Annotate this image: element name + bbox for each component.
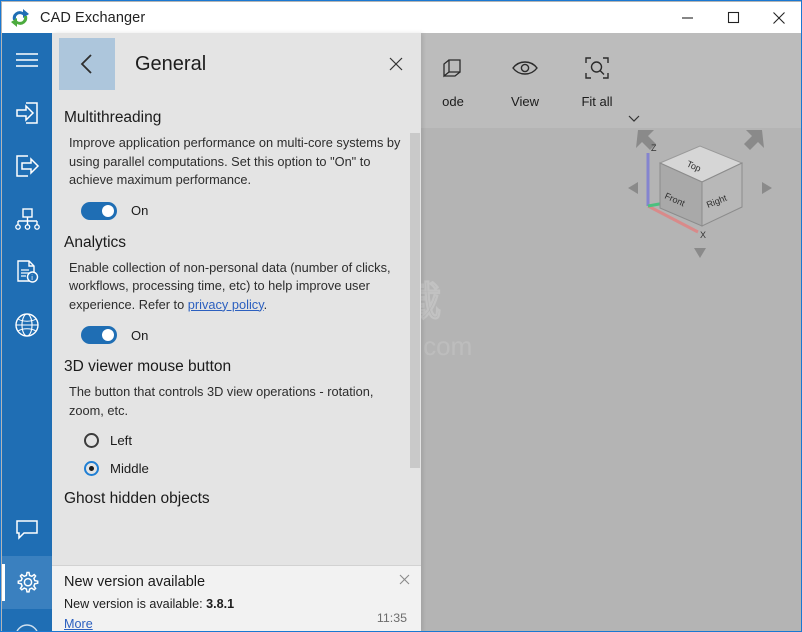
- panel-close-button[interactable]: [383, 51, 409, 77]
- notification-more-link[interactable]: More: [64, 617, 93, 631]
- section-multithreading: Multithreading Improve application perfo…: [52, 109, 421, 220]
- settings-list: Multithreading Improve application perfo…: [52, 95, 421, 565]
- analytics-toggle-label: On: [131, 327, 149, 343]
- info-circle-icon: i: [16, 623, 38, 632]
- section-ghost-hidden-objects: Ghost hidden objects: [52, 490, 421, 508]
- window-title: CAD Exchanger: [40, 9, 146, 26]
- section-description: Enable collection of non-personal data (…: [69, 259, 401, 315]
- minimize-button[interactable]: [664, 2, 710, 33]
- privacy-policy-link[interactable]: privacy policy: [188, 297, 264, 312]
- notification-toast: New version available New version is ava…: [52, 565, 421, 631]
- toolbar-view-label: View: [511, 94, 539, 109]
- axis-label-x: X: [700, 230, 706, 240]
- shading-mode-icon: [443, 59, 461, 78]
- section-description: Improve application performance on multi…: [69, 135, 401, 187]
- application-window: CAD Exchanger Z X Top Front Right ode Vi…: [0, 0, 802, 632]
- notification-close-button[interactable]: [397, 572, 411, 586]
- title-bar: CAD Exchanger: [2, 2, 801, 33]
- toolbar-fit-all[interactable]: Fit all: [561, 33, 633, 109]
- sidebar-item-settings[interactable]: [2, 556, 52, 609]
- radio-left-label: Left: [110, 433, 132, 448]
- section-analytics: Analytics Enable collection of non-perso…: [52, 233, 421, 344]
- sidebar-item-structure[interactable]: [2, 192, 52, 245]
- toggle-knob: [102, 204, 114, 217]
- gear-icon: [17, 571, 39, 593]
- back-button[interactable]: [59, 38, 115, 90]
- radio-middle-label: Middle: [110, 461, 149, 476]
- settings-scrollbar-track[interactable]: [409, 95, 421, 565]
- hamburger-menu-icon: [16, 52, 38, 67]
- sidebar-item-export[interactable]: [2, 139, 52, 192]
- radio-left-indicator[interactable]: [84, 433, 99, 448]
- radio-option-middle[interactable]: Middle: [84, 461, 401, 476]
- speech-bubble-icon: [16, 519, 38, 540]
- toggle-knob: [102, 329, 114, 341]
- section-3d-viewer-mouse-button: 3D viewer mouse button The button that c…: [52, 358, 421, 476]
- document-info-icon: i: [17, 259, 39, 283]
- hierarchy-tree-icon: [15, 207, 40, 230]
- notification-body-prefix: New version is available:: [64, 597, 207, 611]
- axis-label-z: Z: [651, 143, 657, 153]
- multithreading-toggle-row[interactable]: On: [81, 201, 401, 220]
- settings-panel-header: General: [52, 33, 421, 95]
- sidebar-item-web[interactable]: [2, 298, 52, 351]
- sidebar-item-menu[interactable]: [2, 33, 52, 86]
- toolbar-shading-mode-label: ode: [442, 94, 464, 109]
- section-description: The button that controls 3D view operati…: [69, 384, 374, 418]
- analytics-toggle-row[interactable]: On: [81, 326, 401, 344]
- notification-time: 11:35: [376, 611, 407, 625]
- settings-scrollbar-thumb[interactable]: [410, 133, 420, 468]
- multithreading-toggle-label: On: [131, 203, 149, 218]
- multithreading-toggle[interactable]: [81, 201, 117, 220]
- notification-title: New version available: [64, 574, 206, 590]
- maximize-button[interactable]: [710, 2, 756, 33]
- section-title: Ghost hidden objects: [64, 490, 210, 507]
- notification-body: New version is available: 3.8.1: [64, 597, 234, 611]
- analytics-toggle[interactable]: [81, 326, 117, 344]
- toolbar-view[interactable]: View: [489, 33, 561, 109]
- section-title: Multithreading: [64, 109, 162, 126]
- radio-middle-indicator[interactable]: [84, 461, 99, 476]
- radio-option-left[interactable]: Left: [84, 433, 401, 448]
- left-sidebar: i i: [2, 33, 52, 632]
- eye-icon: [512, 61, 538, 75]
- export-arrow-icon: [16, 154, 40, 177]
- section-title: 3D viewer mouse button: [64, 358, 232, 375]
- close-icon: [389, 57, 403, 71]
- sidebar-item-properties[interactable]: i: [2, 245, 52, 298]
- toolbar-fit-all-label: Fit all: [581, 94, 613, 109]
- analytics-desc-after: .: [263, 296, 268, 312]
- globe-icon: [15, 312, 39, 337]
- view-cube[interactable]: Z X Top Front Right: [620, 108, 780, 268]
- notification-version: 3.8.1: [206, 597, 235, 611]
- sidebar-item-import[interactable]: [2, 86, 52, 139]
- chevron-left-icon: [80, 54, 92, 74]
- sidebar-item-feedback[interactable]: [2, 503, 52, 556]
- app-logo-icon: [9, 7, 31, 29]
- window-controls: [664, 2, 801, 33]
- sidebar-item-about[interactable]: i: [2, 609, 52, 632]
- close-button[interactable]: [756, 2, 801, 33]
- settings-panel: General Multithreading Improve applicati…: [52, 33, 421, 631]
- toolbar-shading-mode[interactable]: ode: [417, 33, 489, 109]
- fit-all-icon: [585, 57, 609, 79]
- page-title: General: [135, 52, 207, 75]
- chevron-down-icon[interactable]: [627, 110, 641, 128]
- svg-text:i: i: [25, 628, 28, 632]
- close-icon: [399, 574, 409, 584]
- section-title: Analytics: [64, 233, 127, 251]
- import-arrow-icon: [16, 101, 38, 124]
